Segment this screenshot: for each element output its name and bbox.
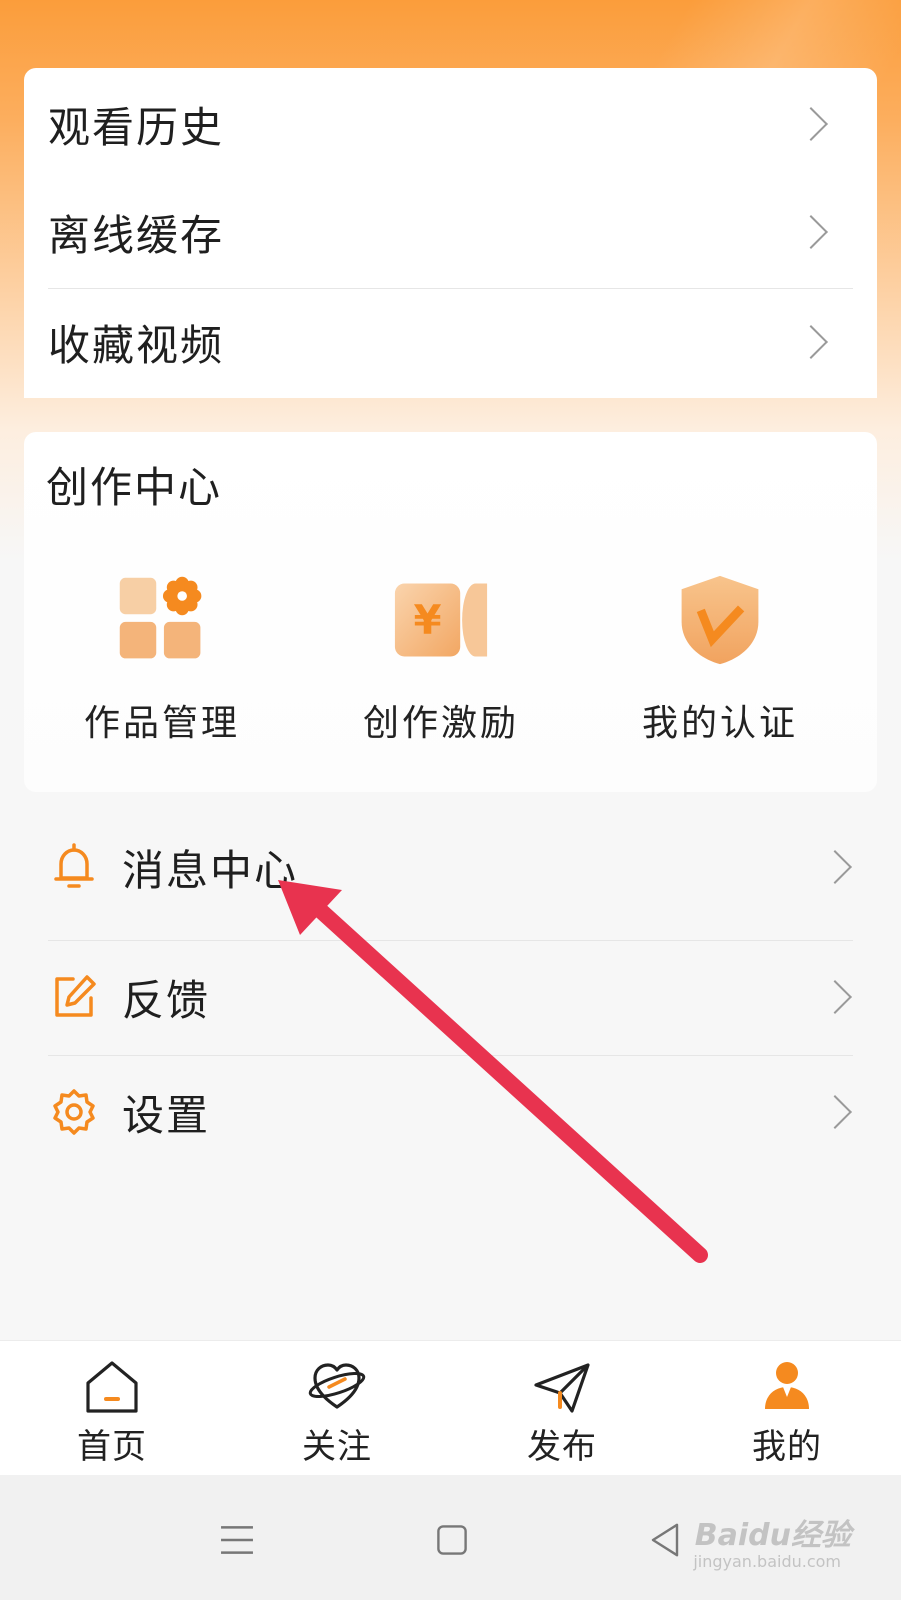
menu-item-label: 观看历史 <box>48 102 225 152</box>
gear-icon <box>53 1089 95 1135</box>
works-management-label: 作品管理 <box>83 703 240 744</box>
heart-planet-icon <box>308 1363 366 1409</box>
home-nav-button[interactable] <box>427 1515 477 1565</box>
menu-item-label: 反馈 <box>122 975 211 1025</box>
creation-incentive-label: 创作激励 <box>362 703 519 744</box>
my-verification-button[interactable]: 我的认证 <box>620 572 820 772</box>
bell-icon <box>54 843 94 888</box>
menu-item-label: 离线缓存 <box>48 210 225 260</box>
tab-publish[interactable]: 发布 <box>487 1359 637 1468</box>
chevron-right-icon <box>818 850 852 884</box>
menu-item-settings[interactable]: 设置 <box>48 1055 853 1169</box>
menu-item-favorite-videos[interactable]: 收藏视频 <box>48 286 853 398</box>
menu-item-feedback[interactable]: 反馈 <box>48 940 853 1054</box>
creation-incentive-button[interactable]: ¥ 创作激励 <box>341 572 541 772</box>
chevron-right-icon <box>794 215 828 249</box>
home-icon <box>86 1361 138 1413</box>
tab-follow[interactable]: 关注 <box>262 1359 412 1468</box>
yen-coupon-icon: ¥ <box>394 583 488 657</box>
square-icon <box>437 1525 467 1555</box>
menu-item-label: 收藏视频 <box>48 320 225 370</box>
chevron-right-icon <box>794 107 828 141</box>
back-nav-button[interactable] <box>640 1515 690 1565</box>
tab-home[interactable]: 首页 <box>37 1359 187 1468</box>
tab-label: 关注 <box>302 1427 372 1467</box>
chevron-right-icon <box>818 980 852 1014</box>
tab-me[interactable]: 我的 <box>712 1359 862 1468</box>
menu-item-message-center[interactable]: 消息中心 <box>48 810 853 924</box>
edit-icon <box>55 975 96 1017</box>
bottom-tab-bar: 首页 关注 发布 我的 <box>0 1340 901 1476</box>
my-verification-label: 我的认证 <box>641 703 798 744</box>
menu-item-watch-history[interactable]: 观看历史 <box>48 68 853 180</box>
menu-item-label: 设置 <box>122 1090 211 1140</box>
tab-label: 我的 <box>752 1427 822 1467</box>
chevron-right-icon <box>794 325 828 359</box>
menu-nav-button[interactable] <box>212 1515 262 1565</box>
section-title: 创作中心 <box>46 463 223 512</box>
person-icon <box>765 1362 809 1409</box>
watermark-brand: Baidu经验 <box>694 1518 851 1553</box>
watermark-url: jingyan.baidu.com <box>693 1552 841 1571</box>
menu-item-label: 消息中心 <box>122 845 299 895</box>
tab-label: 发布 <box>527 1427 597 1467</box>
creation-center-card: 创作中心 作品管理 ¥ 创作激励 我的认证 <box>24 432 877 792</box>
svg-text:¥: ¥ <box>414 596 442 643</box>
works-management-button[interactable]: 作品管理 <box>62 572 262 772</box>
chevron-right-icon <box>818 1095 852 1129</box>
menu-item-offline-cache[interactable]: 离线缓存 <box>48 176 853 288</box>
tab-label: 首页 <box>77 1427 147 1467</box>
history-card: 观看历史 离线缓存 收藏视频 <box>24 68 877 398</box>
works-grid-icon <box>119 576 202 659</box>
menu-icon <box>221 1526 253 1554</box>
back-triangle-icon <box>651 1523 679 1557</box>
verified-shield-icon <box>681 575 759 665</box>
paper-plane-icon <box>534 1363 590 1413</box>
